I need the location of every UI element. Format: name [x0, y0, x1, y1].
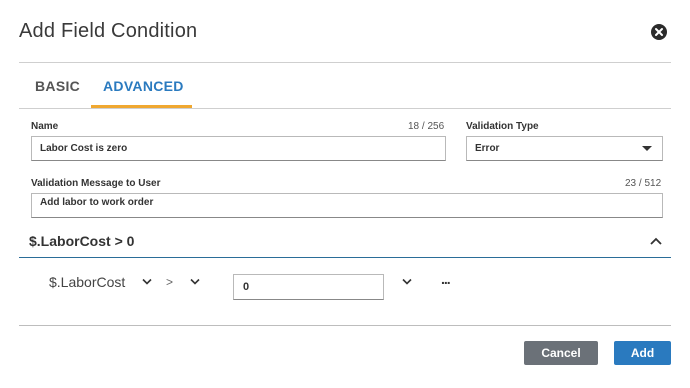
validation-type-label: Validation Type	[466, 121, 539, 132]
validation-message-input[interactable]: Add labor to work order	[31, 193, 663, 218]
field-chevron-down-icon[interactable]	[142, 278, 152, 285]
condition-header: $.LaborCost > 0	[29, 233, 135, 249]
cancel-button[interactable]: Cancel	[524, 341, 598, 365]
add-field-condition-dialog: Add Field Condition BASIC ADVANCED Name …	[0, 0, 690, 388]
footer-divider	[19, 325, 671, 326]
tab-advanced[interactable]: ADVANCED	[103, 78, 184, 94]
close-icon[interactable]	[651, 24, 667, 40]
condition-field[interactable]: $.LaborCost	[49, 274, 125, 290]
value-chevron-down-icon[interactable]	[402, 278, 412, 285]
validation-type-value: Error	[475, 143, 500, 154]
header-divider	[19, 62, 671, 63]
add-button[interactable]: Add	[614, 341, 671, 365]
validation-message-label: Validation Message to User	[31, 178, 161, 189]
name-char-counter: 18 / 256	[408, 121, 445, 132]
validation-type-select[interactable]: Error	[466, 136, 663, 161]
operator-chevron-down-icon[interactable]	[190, 278, 200, 285]
condition-value-input[interactable]: 0	[233, 274, 384, 300]
tabs-divider	[19, 108, 671, 109]
name-input[interactable]: Labor Cost is zero	[31, 136, 446, 161]
condition-header-divider	[19, 257, 671, 258]
condition-operator[interactable]: >	[166, 275, 173, 289]
message-char-counter: 23 / 512	[625, 178, 662, 189]
dialog-title: Add Field Condition	[19, 20, 198, 42]
dropdown-arrow-icon[interactable]	[642, 146, 652, 151]
name-label: Name	[31, 121, 59, 132]
tab-basic[interactable]: BASIC	[35, 78, 80, 94]
more-options-icon[interactable]: ...	[441, 271, 451, 287]
chevron-up-icon[interactable]	[649, 236, 663, 246]
